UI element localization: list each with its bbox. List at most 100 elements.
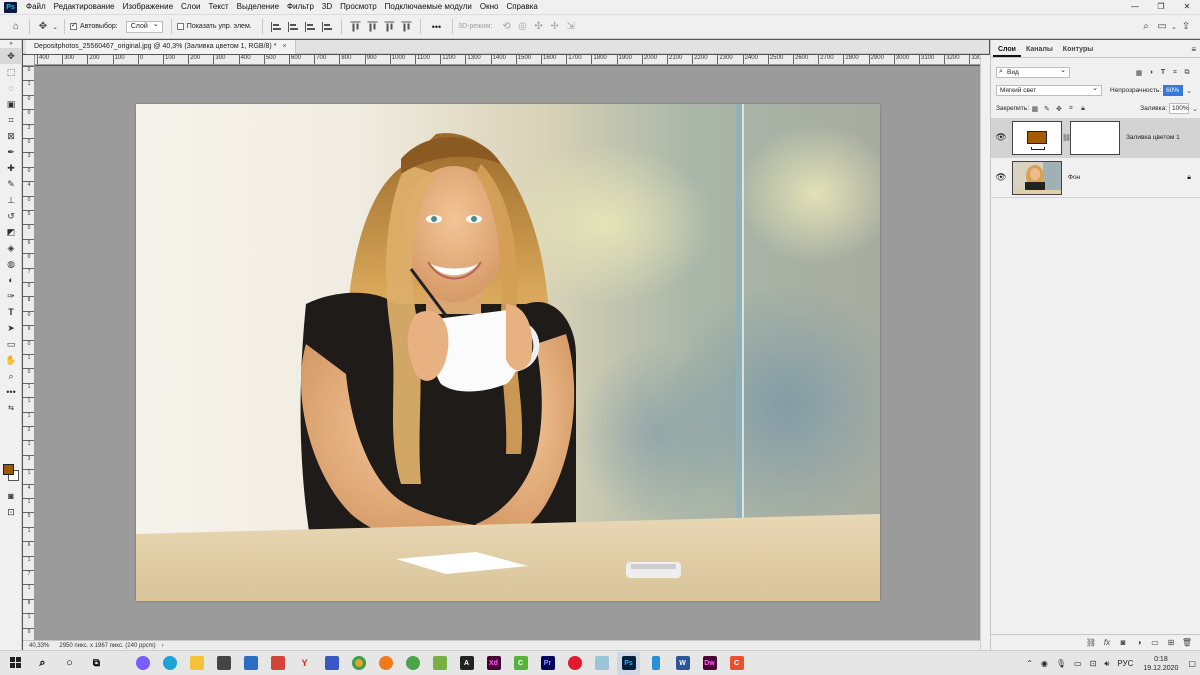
notifications-icon[interactable]: ▢: [1188, 659, 1196, 668]
layer-mask-thumbnail[interactable]: [1070, 120, 1120, 155]
fill-input[interactable]: 100%: [1169, 103, 1189, 114]
move-tool-icon[interactable]: ✥: [0, 48, 22, 64]
move-tool-icon[interactable]: ✥: [35, 19, 51, 35]
filter-adjustment-icon[interactable]: ◑: [1145, 69, 1157, 77]
blend-mode-dropdown[interactable]: Мягкий свет: [996, 84, 1102, 96]
opacity-input[interactable]: 60%: [1163, 85, 1184, 96]
chevron-down-icon[interactable]: ⌄: [1183, 87, 1195, 95]
camtasia-icon[interactable]: C: [509, 652, 532, 675]
zoom-level[interactable]: 40,33%: [29, 643, 49, 649]
mail-icon[interactable]: [239, 652, 262, 675]
chevron-down-icon[interactable]: ⌄: [51, 19, 59, 35]
lock-all-icon[interactable]: 🔒︎: [1077, 105, 1089, 113]
panel-menu-icon[interactable]: ≡: [1191, 42, 1196, 57]
zoom-tool-icon[interactable]: ⌕: [0, 368, 22, 384]
link-layers-icon[interactable]: ⛓: [1083, 638, 1099, 647]
document-tab[interactable]: Depositphotos_25560467_original.jpg @ 40…: [26, 40, 296, 54]
eraser-tool-icon[interactable]: ◩: [0, 224, 22, 240]
collapse-icon[interactable]: »: [0, 40, 22, 48]
chevron-down-icon[interactable]: ⌄: [1189, 105, 1200, 113]
save-icon[interactable]: [320, 652, 343, 675]
app-icon-purple[interactable]: [131, 652, 154, 675]
3d-slide-icon[interactable]: ✢: [547, 19, 563, 35]
align-left-icon[interactable]: [270, 21, 282, 32]
xd-icon[interactable]: Xd: [482, 652, 505, 675]
menu-window[interactable]: Окно: [476, 0, 503, 14]
premiere-icon[interactable]: Pr: [536, 652, 559, 675]
crop-tool-icon[interactable]: ⌗: [0, 112, 22, 128]
type-tool-icon[interactable]: T: [0, 304, 22, 320]
lock-transparent-icon[interactable]: ▦: [1029, 105, 1041, 113]
layer-name[interactable]: Заливка цветом 1: [1126, 134, 1180, 141]
menu-file[interactable]: Файл: [22, 0, 50, 14]
3d-roll-icon[interactable]: ◎: [515, 19, 531, 35]
search-icon[interactable]: ⌕: [31, 652, 54, 675]
delete-layer-icon[interactable]: 🗑︎: [1179, 638, 1195, 647]
people-icon[interactable]: ◉: [1041, 659, 1048, 668]
menu-image[interactable]: Изображение: [119, 0, 177, 14]
lock-artboard-icon[interactable]: ⌗: [1065, 105, 1077, 113]
quick-mask-icon[interactable]: ◙: [0, 488, 22, 504]
align-bottom-icon[interactable]: [384, 21, 395, 32]
firefox-icon[interactable]: [374, 652, 397, 675]
menu-help[interactable]: Справка: [502, 0, 541, 14]
close-window-button[interactable]: ✕: [1174, 0, 1200, 14]
new-layer-icon[interactable]: ⊞: [1163, 638, 1179, 647]
distribute-icon[interactable]: [321, 21, 333, 32]
menu-select[interactable]: Выделение: [233, 0, 283, 14]
status-menu-arrow[interactable]: ›: [162, 643, 164, 649]
maximize-button[interactable]: ❐: [1148, 0, 1174, 14]
fill-layer-thumbnail[interactable]: [1012, 120, 1062, 155]
align-right-icon[interactable]: [304, 21, 316, 32]
app-icon-red[interactable]: C: [725, 652, 748, 675]
tab-layers[interactable]: Слои: [993, 42, 1021, 57]
cortana-icon[interactable]: ○: [58, 652, 81, 675]
layer-filter-dropdown[interactable]: Вид: [996, 66, 1070, 78]
pen-tool-icon[interactable]: ✑: [0, 288, 22, 304]
lock-pixels-icon[interactable]: ✎: [1041, 105, 1053, 113]
clone-stamp-tool-icon[interactable]: ⊥: [0, 192, 22, 208]
blur-tool-icon[interactable]: ◍: [0, 256, 22, 272]
acrobat-icon[interactable]: A: [455, 652, 478, 675]
dodge-tool-icon[interactable]: ◐: [0, 272, 22, 288]
foreground-color-swatch[interactable]: [3, 464, 14, 475]
filter-smart-icon[interactable]: ⧉: [1181, 69, 1193, 77]
layer-name[interactable]: Фон: [1068, 174, 1080, 181]
paint-icon[interactable]: [590, 652, 613, 675]
chrome-icon[interactable]: [347, 652, 370, 675]
edge-icon[interactable]: [158, 652, 181, 675]
tab-channels[interactable]: Каналы: [1021, 42, 1058, 57]
history-brush-tool-icon[interactable]: ↺: [0, 208, 22, 224]
file-explorer-icon[interactable]: [185, 652, 208, 675]
menu-edit[interactable]: Редактирование: [50, 0, 119, 14]
notes-icon[interactable]: [428, 652, 451, 675]
network-icon[interactable]: ⊡: [1090, 659, 1097, 668]
language-indicator[interactable]: РУС: [1117, 659, 1133, 668]
align-top-icon[interactable]: [350, 21, 361, 32]
background-layer-thumbnail[interactable]: [1012, 160, 1062, 195]
dreamweaver-icon[interactable]: Dw: [698, 652, 721, 675]
menu-layers[interactable]: Слои: [177, 0, 204, 14]
photoshop-taskbar-icon[interactable]: Ps: [617, 651, 640, 675]
close-icon[interactable]: ×: [282, 43, 286, 50]
eye-icon[interactable]: 👁︎: [993, 132, 1009, 143]
eye-icon[interactable]: 👁︎: [993, 172, 1009, 183]
link-icon[interactable]: ⛓: [1062, 134, 1071, 142]
menu-plugins[interactable]: Подключаемые модули: [381, 0, 476, 14]
healing-brush-tool-icon[interactable]: ✚: [0, 160, 22, 176]
search-icon[interactable]: ⌕: [1138, 19, 1154, 35]
chevron-down-icon[interactable]: ⌄: [1170, 19, 1178, 35]
new-group-icon[interactable]: ▭: [1147, 638, 1163, 647]
eyedropper-tool-icon[interactable]: ✒: [0, 144, 22, 160]
path-select-tool-icon[interactable]: ➤: [0, 320, 22, 336]
object-select-tool-icon[interactable]: ▣: [0, 96, 22, 112]
filter-type-icon[interactable]: T: [1157, 69, 1169, 77]
more-tools-icon[interactable]: •••: [0, 384, 22, 400]
word-icon[interactable]: W: [671, 652, 694, 675]
marquee-tool-icon[interactable]: ⬚: [0, 64, 22, 80]
filter-shape-icon[interactable]: ⌗: [1169, 69, 1181, 77]
distribute-vertical-icon[interactable]: [401, 21, 412, 32]
fx-icon[interactable]: fx: [1099, 638, 1115, 647]
align-middle-icon[interactable]: [367, 21, 378, 32]
swap-colors-icon[interactable]: ⇆: [0, 400, 22, 416]
